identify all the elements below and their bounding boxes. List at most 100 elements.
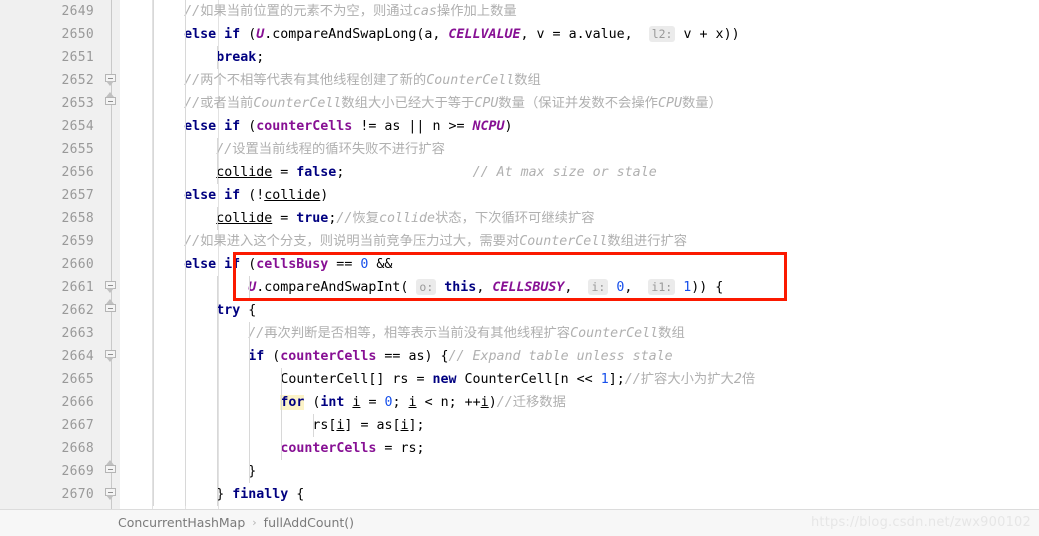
indent-guide (281, 414, 282, 437)
indent-guide (153, 483, 154, 506)
indent-guide (185, 483, 186, 506)
code-line-text: else if (counterCells != as || n >= NCPU… (184, 119, 513, 134)
line-number: 2653 (61, 96, 94, 111)
indent-guide (217, 437, 218, 460)
code-line[interactable]: //设置当前线程的循环失败不进行扩容 (120, 138, 1039, 161)
indent-guide (153, 414, 154, 437)
line-number: 2649 (61, 4, 94, 19)
fold-toggle-icon[interactable] (104, 73, 119, 88)
line-number: 2654 (61, 119, 94, 134)
indent-guide (153, 0, 154, 23)
inlay-hint: o: (416, 279, 437, 295)
indent-guide (153, 46, 154, 69)
indent-guide (217, 46, 218, 69)
code-line[interactable]: else if (!collide) (120, 184, 1039, 207)
fold-toggle-icon[interactable] (104, 299, 119, 318)
code-line[interactable]: else if (U.compareAndSwapLong(a, CELLVAL… (120, 23, 1039, 46)
line-number: 2650 (61, 27, 94, 42)
code-line[interactable]: counterCells = rs; (120, 437, 1039, 460)
code-line-text: //两个不相等代表有其他线程创建了新的CounterCell数组 (184, 73, 541, 88)
indent-guide (217, 483, 218, 506)
code-line[interactable]: for (int i = 0; i < n; ++i)//迁移数据 (120, 391, 1039, 414)
indent-guide (313, 414, 314, 437)
line-number: 2667 (61, 418, 94, 433)
indent-guide (249, 345, 250, 368)
code-line[interactable]: try { (120, 299, 1039, 322)
indent-guide (185, 276, 186, 299)
indent-guide (249, 414, 250, 437)
indent-guide (185, 161, 186, 184)
code-editor[interactable]: 2649 2650 2651 2652 2653 2654 2655 2656 2657 2658… (0, 0, 1039, 510)
code-line[interactable]: CounterCell[] rs = new CounterCell[n << … (120, 368, 1039, 391)
code-line[interactable]: collide = false; // At max size or stale (120, 161, 1039, 184)
code-line[interactable]: else if (counterCells != as || n >= NCPU… (120, 115, 1039, 138)
fold-toggle-icon[interactable] (104, 92, 119, 111)
code-line[interactable]: //如果进入这个分支，则说明当前竞争压力过大，需要对CounterCell数组进… (120, 230, 1039, 253)
fold-toggle-icon[interactable] (104, 280, 119, 295)
chevron-right-icon: › (252, 516, 257, 529)
fold-toggle-icon[interactable] (104, 460, 119, 479)
code-line-text: //再次判断是否相等，相等表示当前没有其他线程扩容CounterCell数组 (248, 326, 685, 341)
code-line[interactable]: U.compareAndSwapInt( o: this, CELLSBUSY,… (120, 276, 1039, 299)
code-line[interactable]: if (counterCells == as) {// Expand table… (120, 345, 1039, 368)
indent-guide (185, 299, 186, 322)
code-line-text: //如果进入这个分支，则说明当前竞争压力过大，需要对CounterCell数组进… (184, 234, 688, 249)
indent-guide (249, 322, 250, 345)
code-line-text: //设置当前线程的循环失败不进行扩容 (216, 142, 445, 157)
indent-guide (185, 23, 186, 46)
code-line-text: break; (216, 50, 265, 65)
line-number: 2660 (61, 257, 94, 272)
indent-guide (185, 115, 186, 138)
indent-guide (185, 253, 186, 276)
line-number: 2666 (61, 395, 94, 410)
indent-guide (217, 345, 218, 368)
line-number: 2658 (61, 211, 94, 226)
ide-window: 2649 2650 2651 2652 2653 2654 2655 2656 2657 2658… (0, 0, 1039, 536)
indent-guide (249, 368, 250, 391)
code-line[interactable]: //如果当前位置的元素不为空，则通过cas操作加上数量 (120, 0, 1039, 23)
code-line-text: else if (U.compareAndSwapLong(a, CELLVAL… (184, 26, 740, 42)
code-content[interactable]: //如果当前位置的元素不为空，则通过cas操作加上数量 else if (U.c… (120, 0, 1039, 510)
indent-guide (217, 207, 218, 230)
breadcrumb-method[interactable]: fullAddCount() (264, 510, 354, 536)
indent-guide (153, 92, 154, 115)
code-line-text: U.compareAndSwapInt( o: this, CELLSBUSY,… (248, 279, 724, 295)
indent-guide (153, 184, 154, 207)
indent-guide (217, 368, 218, 391)
indent-guide (153, 345, 154, 368)
code-line-text: counterCells = rs; (280, 441, 425, 456)
code-line[interactable]: } (120, 460, 1039, 483)
indent-guide (153, 138, 154, 161)
indent-guide (153, 253, 154, 276)
code-line-text: collide = false; // At max size or stale (216, 165, 657, 180)
indent-guide (185, 414, 186, 437)
indent-guide (249, 460, 250, 483)
indent-guide (249, 391, 250, 414)
code-line[interactable]: break; (120, 46, 1039, 69)
breadcrumb[interactable]: ConcurrentHashMap › fullAddCount() (118, 510, 354, 536)
inlay-hint: l2: (648, 26, 676, 42)
code-line[interactable]: collide = true;//恢复collide状态，下次循环可继续扩容 (120, 207, 1039, 230)
fold-toggle-icon[interactable] (104, 487, 119, 502)
indent-guide (217, 138, 218, 161)
fold-toggle-icon[interactable] (104, 349, 119, 364)
code-line[interactable]: } finally { (120, 483, 1039, 506)
breadcrumb-class[interactable]: ConcurrentHashMap (118, 510, 245, 536)
indent-guide (185, 184, 186, 207)
code-line-text: } finally { (216, 487, 305, 502)
code-line[interactable]: rs[i] = as[i]; (120, 414, 1039, 437)
inlay-hint: i1: (648, 279, 676, 295)
code-line[interactable]: //或者当前CounterCell数组大小已经大于等于CPU数量（保证并发数不会… (120, 92, 1039, 115)
code-line[interactable]: //两个不相等代表有其他线程创建了新的CounterCell数组 (120, 69, 1039, 92)
indent-guide (185, 138, 186, 161)
code-line[interactable]: //再次判断是否相等，相等表示当前没有其他线程扩容CounterCell数组 (120, 322, 1039, 345)
indent-guide (153, 437, 154, 460)
code-folding-column[interactable] (104, 0, 120, 510)
indent-guide (185, 230, 186, 253)
indent-guide (217, 391, 218, 414)
line-number: 2670 (61, 487, 94, 502)
code-line[interactable]: else if (cellsBusy == 0 && (120, 253, 1039, 276)
line-number: 2669 (61, 464, 94, 479)
line-number: 2652 (61, 73, 94, 88)
indent-guide (185, 322, 186, 345)
